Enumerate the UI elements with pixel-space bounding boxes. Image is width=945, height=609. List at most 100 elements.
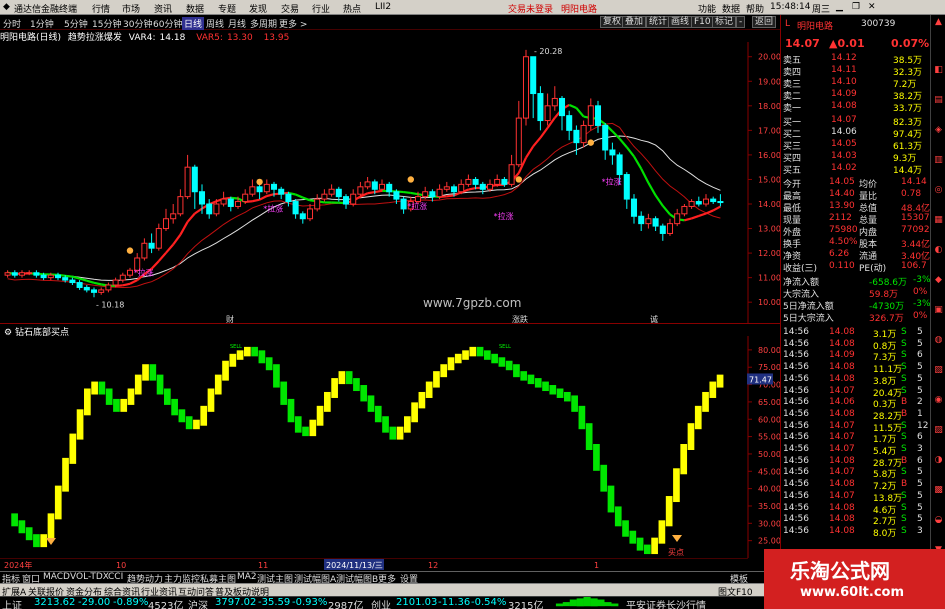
menu-item[interactable]: 功能 <box>698 2 716 15</box>
tick-time: 14:56 <box>783 408 809 419</box>
tick-side: S <box>901 385 907 396</box>
candle-body <box>630 198 638 217</box>
tool-icon[interactable]: ◆ <box>933 275 944 285</box>
login-notice[interactable]: 交易未登录 <box>508 2 553 15</box>
menu-item[interactable]: 行情 <box>92 2 110 15</box>
tool-icon[interactable]: ▨ <box>933 425 944 435</box>
trend-line-segment <box>230 196 239 200</box>
menu-item[interactable]: 热点 <box>343 2 361 15</box>
menu-item[interactable]: 发现 <box>249 2 267 15</box>
menu-item[interactable]: 市场 <box>122 2 140 15</box>
candle-body <box>371 181 378 190</box>
candle-body <box>357 186 364 195</box>
tab[interactable]: VOL-TDX <box>70 572 109 582</box>
menu-item[interactable]: LII2 <box>375 2 391 12</box>
stat-row: 外盘 75980 内盘 77092 <box>781 225 931 238</box>
signal-label: *拉涨 <box>263 204 283 214</box>
menu-item[interactable]: 帮助 <box>746 2 764 15</box>
tick-side: B <box>901 479 908 490</box>
sub-bar <box>382 416 389 433</box>
tool-icon[interactable]: ▦ <box>933 215 944 225</box>
tick-price: 14.08 <box>829 338 855 349</box>
tool-button[interactable]: 画线 <box>668 16 693 28</box>
tool-icon[interactable]: ◈ <box>933 125 944 135</box>
tool-icon[interactable]: ◉ <box>933 395 944 405</box>
tool-icon[interactable]: ▣ <box>933 305 944 315</box>
period-item[interactable]: 月线 <box>228 17 246 30</box>
candle-body <box>242 193 249 203</box>
candle-body <box>414 196 422 203</box>
period-item[interactable]: 60分钟 <box>153 17 182 30</box>
tool-icon[interactable]: ▧ <box>933 365 944 375</box>
period-item[interactable]: 5分钟 <box>64 17 88 30</box>
tool-icon[interactable]: ◐ <box>933 245 944 255</box>
index-name[interactable]: 创业 <box>371 597 391 609</box>
sub-indicator-chart[interactable]: 80.0075.0070.0065.0060.0055.0050.0045.00… <box>0 336 780 558</box>
menu-item[interactable]: 专题 <box>218 2 236 15</box>
tab[interactable]: MACD <box>43 572 70 582</box>
tick-side: S <box>901 525 907 536</box>
tool-icon[interactable]: ◒ <box>933 515 944 525</box>
tool-button[interactable]: 返回 <box>752 16 777 28</box>
tab[interactable]: MA2 <box>237 572 257 582</box>
menu-item[interactable]: 数据 <box>186 2 204 15</box>
ask-price: 14.10 <box>831 77 857 87</box>
candle <box>609 142 616 165</box>
tool-button[interactable]: F10 <box>691 16 714 28</box>
tool-icon[interactable]: ▤ <box>933 95 944 105</box>
menu-item[interactable]: 行业 <box>312 2 330 15</box>
period-item[interactable]: 30分钟 <box>123 17 152 30</box>
sub-bar <box>484 350 491 360</box>
candlestick-chart[interactable]: 20.00 19.00 18.00 17.00 16.00 15.00 14.00 13.00… <box>0 42 780 324</box>
minimize-icon[interactable]: ▁ <box>836 2 843 12</box>
tool-button[interactable]: 标记 <box>712 16 737 28</box>
period-item[interactable]: 1分钟 <box>30 17 54 30</box>
tool-icon[interactable]: ◑ <box>933 455 944 465</box>
tab[interactable]: CCI <box>108 572 123 582</box>
index-name[interactable]: 沪深 <box>188 597 208 609</box>
tick-side: S <box>901 432 907 443</box>
candle <box>436 184 443 200</box>
tool-icon[interactable]: ▩ <box>933 485 944 495</box>
tool-button[interactable]: 叠加 <box>622 16 647 28</box>
menu-item[interactable]: 交易 <box>281 2 299 15</box>
tool-icon[interactable]: ▥ <box>933 155 944 165</box>
stock-notice: 明阳电路 <box>561 5 598 15</box>
tick-price: 14.08 <box>829 362 855 373</box>
axis-tick-label: 80.00 <box>758 346 780 355</box>
tick-count: 1 <box>917 408 923 419</box>
tool-icon[interactable]: ◎ <box>933 185 944 195</box>
period-item[interactable]: 多周期 <box>250 17 277 30</box>
stat-value: 77092 <box>901 225 930 235</box>
sub-bar <box>578 405 586 430</box>
bid-row: 买三 14.05 61.3万 <box>781 139 931 152</box>
arrow-up-icon[interactable]: ▲ <box>933 17 944 27</box>
menu-item[interactable]: 数据 <box>722 2 740 15</box>
trend-line-segment <box>684 217 692 222</box>
close-icon[interactable]: ✕ <box>868 2 876 12</box>
signal-label: *拉涨 <box>494 211 514 221</box>
candle <box>386 181 393 197</box>
period-item[interactable]: 15分钟 <box>92 17 121 30</box>
tick-side: S <box>901 467 907 478</box>
period-item[interactable]: 分时 <box>3 17 21 30</box>
period-item[interactable]: 更多 > <box>279 17 307 30</box>
index-name[interactable]: 上证 <box>2 597 22 609</box>
tool-button[interactable]: - <box>736 16 746 28</box>
period-item-active[interactable]: 日线 <box>182 17 205 30</box>
sub-bar <box>476 346 484 357</box>
tool-icon[interactable]: ◍ <box>933 335 944 345</box>
period-item[interactable]: 周线 <box>206 17 224 30</box>
stat-value: 14.05 <box>829 177 855 187</box>
tool-icon[interactable]: ◧ <box>933 65 944 75</box>
tick-price: 14.09 <box>829 350 855 361</box>
tool-button[interactable]: 复权 <box>600 16 625 28</box>
candle-body <box>551 97 558 107</box>
menu-item[interactable]: 资讯 <box>154 2 172 15</box>
tick-count: 5 <box>917 467 923 478</box>
tool-button[interactable]: 统计 <box>646 16 671 28</box>
date-axis-label: 10 <box>116 561 126 570</box>
candle-body <box>141 242 148 259</box>
market-breadth-icon: ▂▃▅▆▇▆▅▃▂ <box>556 597 619 607</box>
restore-icon[interactable]: ❐ <box>852 2 860 12</box>
